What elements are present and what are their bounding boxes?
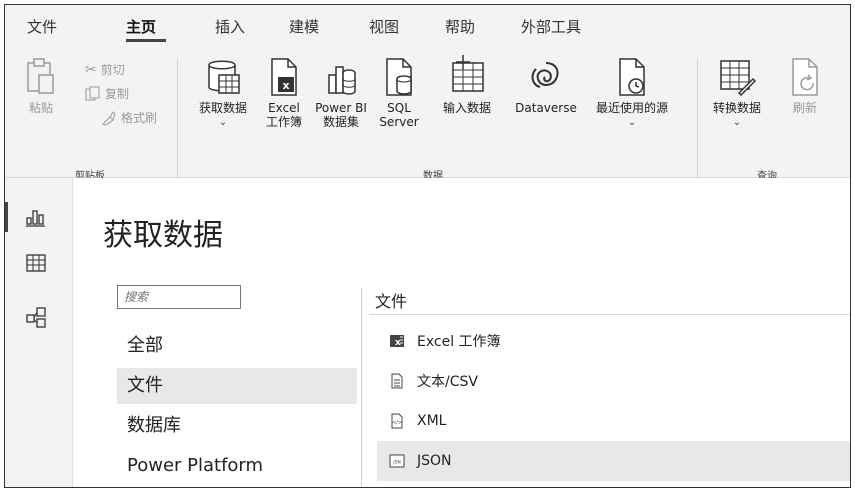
text-file-icon [391, 373, 403, 389]
get-data-panel: 获取数据 全部 文件 数据库 Power Platform 文件 x Excel… [73, 178, 850, 487]
xml-icon: </> [391, 413, 403, 429]
source-list-header: 文件 [375, 292, 408, 311]
source-label: 文本/CSV [417, 374, 478, 390]
transform-data-label: 转换数据 [712, 101, 761, 115]
svg-text:JSN: JSN [392, 460, 401, 466]
active-tab-indicator [126, 39, 166, 42]
cut-label: 剪切 [100, 63, 125, 77]
ribbon-tab-bar: 文件 主页 插入 建模 视图 帮助 外部工具 [5, 5, 850, 45]
svg-text:</>: </> [392, 420, 402, 426]
transform-data-button[interactable]: 转换数据 ⌄ [705, 57, 769, 130]
copy-button[interactable]: 复制 [85, 85, 129, 102]
paste-button[interactable]: 粘贴 [19, 57, 63, 115]
ribbon-divider [177, 59, 178, 179]
excel-file-icon: x [271, 58, 297, 96]
excel-label-2: 工作簿 [265, 115, 302, 129]
enter-data-table-icon [452, 55, 484, 92]
panel-divider [361, 288, 362, 487]
refresh-button[interactable]: 刷新 [785, 57, 825, 115]
tab-file[interactable]: 文件 [27, 16, 57, 37]
format-painter-label: 格式刷 [121, 111, 158, 125]
sql-server-button[interactable]: SQL Server [377, 57, 421, 129]
sql-label-1: SQL [387, 101, 411, 115]
chevron-down-icon: ⌄ [218, 117, 228, 128]
category-database[interactable]: 数据库 [117, 408, 357, 444]
tab-modeling[interactable]: 建模 [289, 16, 319, 37]
copy-icon [85, 86, 100, 100]
sql-label-2: Server [379, 115, 419, 129]
source-label: XML [417, 413, 447, 429]
source-label: Excel 工作簿 [417, 334, 501, 350]
chevron-down-icon: ⌄ [627, 117, 637, 128]
refresh-label: 刷新 [792, 101, 817, 115]
powerbi-label-2: 数据集 [322, 115, 359, 129]
format-painter-button[interactable]: 格式刷 [101, 109, 157, 126]
dataverse-button[interactable]: Dataverse [511, 57, 581, 115]
enter-data-label: 输入数据 [442, 101, 491, 115]
header-divider [369, 314, 850, 315]
json-icon: JSN [389, 454, 405, 468]
view-switcher-rail [5, 178, 73, 487]
search-input[interactable] [117, 285, 241, 309]
app-window: 文件 主页 插入 建模 视图 帮助 外部工具 粘贴 ✂ 剪切 复制 格式刷 剪贴… [4, 4, 851, 488]
scissors-icon: ✂ [85, 61, 97, 78]
source-xml[interactable]: </> XML [377, 401, 850, 441]
paste-icon [27, 58, 54, 94]
tab-help[interactable]: 帮助 [445, 16, 475, 37]
excel-workbook-button[interactable]: x Excel 工作簿 [263, 57, 305, 129]
paintbrush-icon [102, 110, 116, 126]
source-excel-workbook[interactable]: x Excel 工作簿 [377, 321, 850, 361]
get-data-label: 获取数据 [198, 101, 247, 115]
refresh-icon [792, 58, 818, 96]
transform-data-icon [720, 60, 757, 97]
sql-server-icon [386, 58, 412, 96]
paste-label: 粘贴 [28, 101, 53, 115]
dataverse-label: Dataverse [515, 101, 577, 115]
cut-button[interactable]: ✂ 剪切 [85, 61, 125, 78]
tab-home[interactable]: 主页 [126, 16, 156, 37]
report-icon[interactable] [25, 206, 47, 228]
category-power-platform[interactable]: Power Platform [117, 448, 357, 484]
table-icon[interactable] [25, 252, 47, 274]
recent-sources-label: 最近使用的源 [595, 101, 668, 115]
category-file[interactable]: 文件 [117, 368, 357, 404]
enter-data-button[interactable]: 输入数据 [436, 53, 498, 115]
recent-sources-button[interactable]: 最近使用的源 ⌄ [585, 57, 679, 130]
powerbi-dataset-button[interactable]: Power BI 数据集 [311, 57, 371, 129]
source-label: JSON [417, 453, 452, 469]
tab-view[interactable]: 视图 [369, 16, 399, 37]
chevron-down-icon: ⌄ [732, 117, 742, 128]
model-icon[interactable] [25, 306, 47, 328]
ribbon-divider [697, 59, 698, 179]
excel-label-1: Excel [268, 101, 300, 115]
source-json[interactable]: JSN JSON [377, 441, 850, 481]
copy-label: 复制 [105, 87, 130, 101]
powerbi-label-1: Power BI [315, 101, 367, 115]
dataverse-icon [531, 62, 559, 88]
dataset-icon [328, 66, 356, 95]
category-all[interactable]: 全部 [117, 328, 357, 364]
database-icon [208, 60, 240, 94]
svg-text:x: x [282, 79, 289, 92]
tab-external-tools[interactable]: 外部工具 [521, 16, 581, 37]
excel-icon: x [390, 335, 404, 348]
recent-sources-icon [619, 58, 645, 96]
get-data-button[interactable]: 获取数据 ⌄ [186, 57, 260, 130]
tab-insert[interactable]: 插入 [215, 16, 245, 37]
page-title: 获取数据 [103, 218, 223, 253]
source-text-csv[interactable]: 文本/CSV [377, 361, 850, 401]
active-view-indicator [5, 202, 8, 232]
ribbon: 粘贴 ✂ 剪切 复制 格式刷 剪贴板 获取数据 ⌄ x Excel 工作簿 Po… [5, 45, 850, 182]
